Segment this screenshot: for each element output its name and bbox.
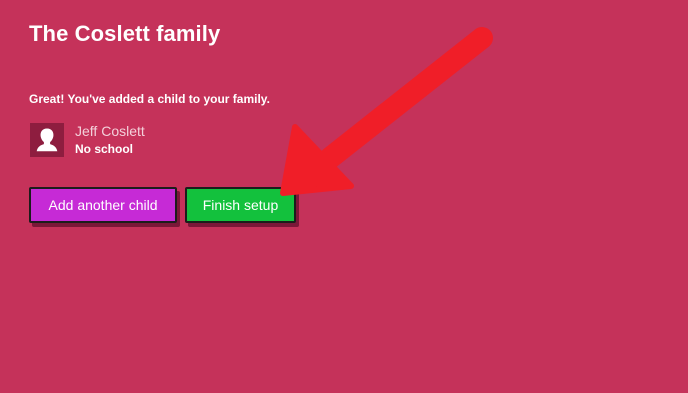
success-message: Great! You've added a child to your fami… bbox=[29, 92, 270, 106]
finish-setup-button[interactable]: Finish setup bbox=[185, 187, 296, 223]
page-title: The Coslett family bbox=[29, 21, 221, 46]
child-school: No school bbox=[75, 142, 134, 156]
child-card: Jeff Coslett No school bbox=[29, 122, 269, 158]
add-another-child-button[interactable]: Add another child bbox=[29, 187, 177, 223]
child-name: Jeff Coslett bbox=[75, 123, 145, 139]
person-silhouette-icon bbox=[30, 123, 64, 157]
